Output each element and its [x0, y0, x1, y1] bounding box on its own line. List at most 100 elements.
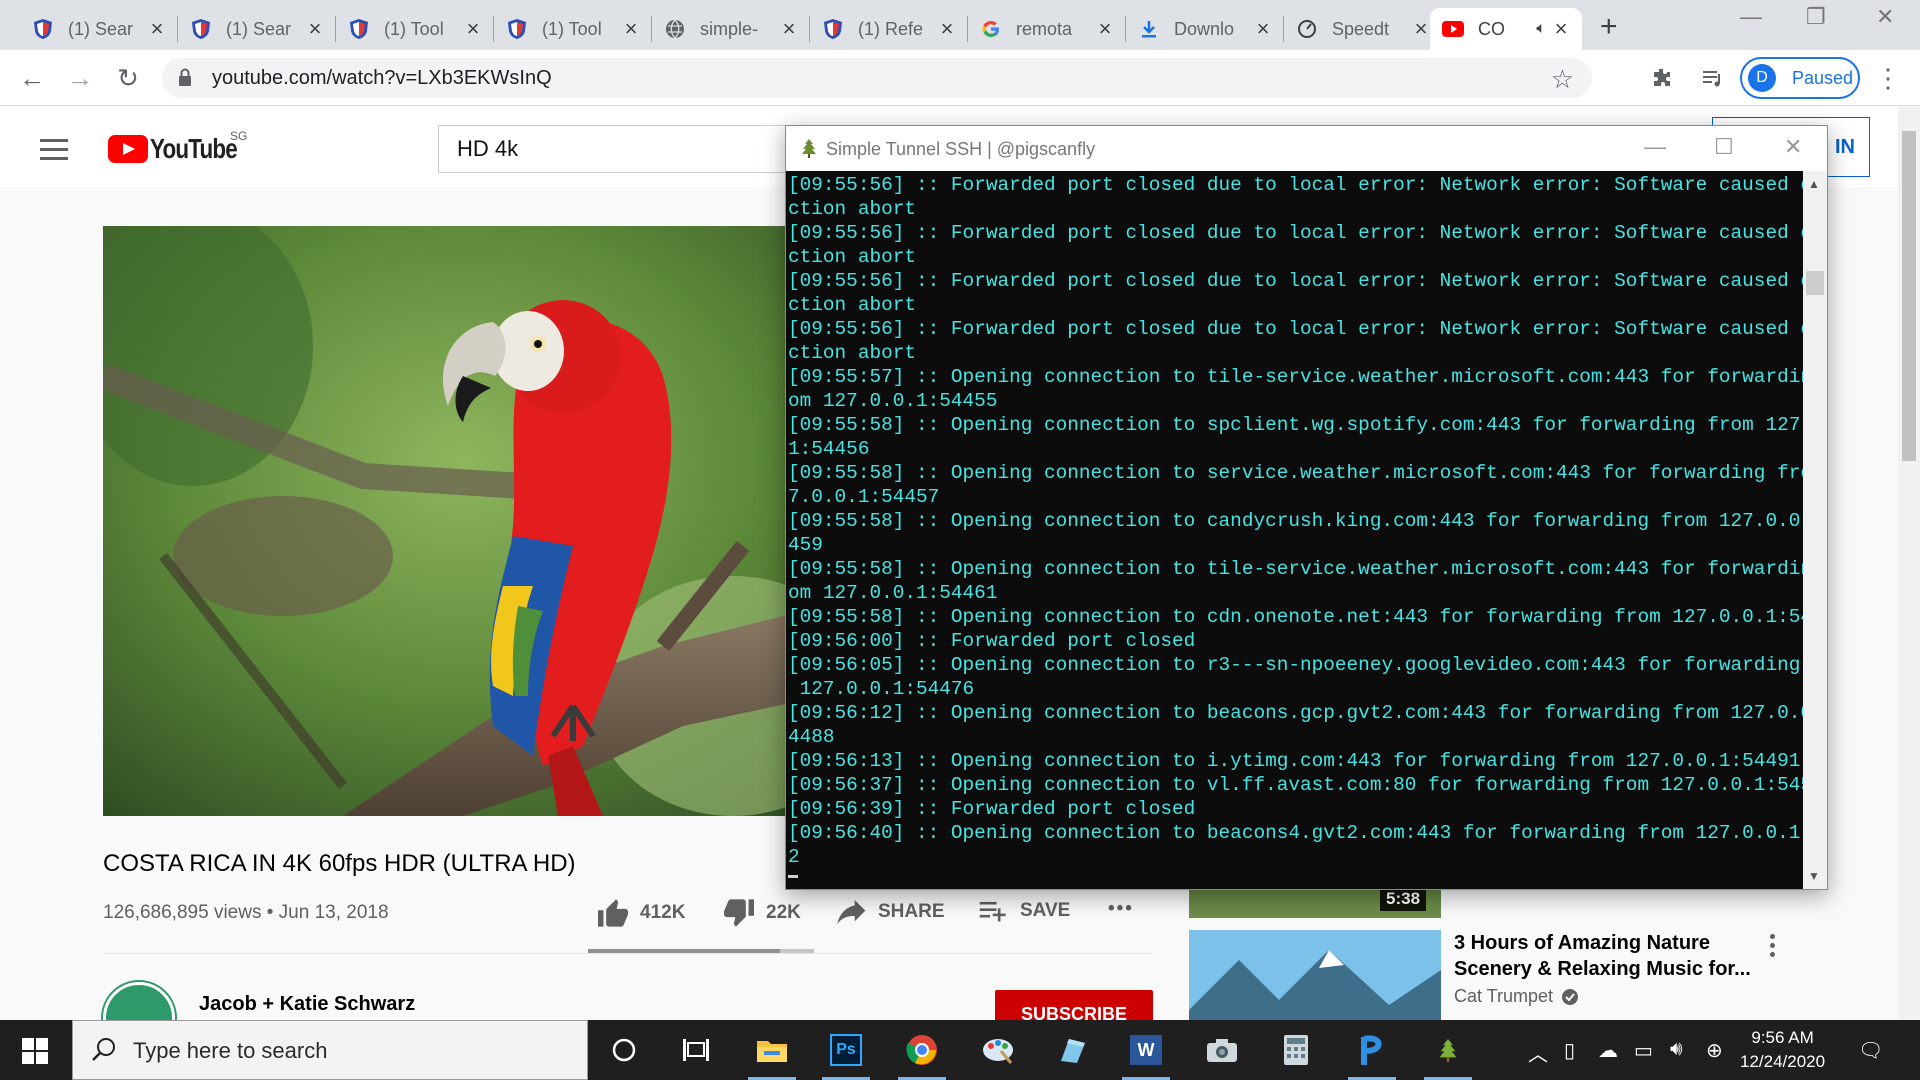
scroll-up-icon[interactable]: ▲ [1808, 177, 1820, 191]
media-control-icon[interactable] [1696, 62, 1728, 94]
restore-icon[interactable]: ❐ [1806, 4, 1826, 30]
notes-icon[interactable] [1052, 1030, 1092, 1070]
device-icon[interactable]: ▯ [1564, 1038, 1575, 1063]
show-hidden-icons-icon[interactable]: ︿ [1528, 1038, 1548, 1067]
close-icon[interactable]: ✕ [1784, 134, 1802, 160]
close-tab-icon[interactable]: × [622, 16, 640, 42]
reload-button[interactable]: ↻ [112, 62, 144, 94]
task-view-icon[interactable] [676, 1030, 716, 1070]
log-line: 7.0.0.1:54457 [788, 486, 940, 508]
close-tab-icon[interactable]: × [1412, 16, 1430, 42]
notifications-icon[interactable]: 🗨︎ [1858, 1038, 1883, 1063]
browser-tab[interactable]: Downlo × [1126, 8, 1284, 50]
log-line: 1:54456 [788, 438, 870, 460]
close-tab-icon[interactable]: × [464, 16, 482, 42]
volume-icon[interactable]: 🔊︎ [1670, 1038, 1683, 1061]
close-tab-icon[interactable]: × [148, 16, 166, 42]
minimize-icon[interactable]: — [1740, 4, 1762, 30]
browser-tab[interactable]: remota × [968, 8, 1126, 50]
download-icon [1138, 18, 1160, 40]
tab-title: (1) Sear [226, 18, 292, 39]
browser-tab[interactable]: (1) Sear × [178, 8, 336, 50]
browser-tab[interactable]: (1) Tool × [494, 8, 652, 50]
new-tab-button[interactable]: + [1600, 10, 1618, 44]
browser-tab[interactable]: CO 🔈︎ × [1430, 8, 1582, 50]
tunnel-app-icon [802, 139, 816, 158]
windows-start-icon[interactable] [22, 1038, 48, 1064]
channel-name[interactable]: Jacob + Katie Schwarz [199, 993, 415, 1016]
tab-title: Speedt [1332, 18, 1390, 39]
close-tab-icon[interactable]: × [780, 16, 798, 42]
file-explorer-icon[interactable] [748, 1030, 796, 1080]
video-meta: 126,686,895 views • Jun 13, 2018 [103, 902, 389, 924]
word-icon[interactable]: W [1122, 1030, 1170, 1080]
back-button[interactable]: ← [16, 62, 48, 94]
like-button[interactable]: 412K [596, 898, 685, 928]
browser-tab[interactable]: Speedt × [1284, 8, 1442, 50]
playlist-add-icon [979, 901, 1006, 922]
more-actions-button[interactable]: ••• [1108, 898, 1134, 920]
extensions-icon[interactable] [1646, 62, 1678, 94]
camera-icon[interactable] [1202, 1030, 1242, 1070]
close-tab-icon[interactable]: × [1096, 16, 1114, 42]
country-code: SG [230, 129, 248, 143]
network-icon[interactable]: ⊕ [1706, 1038, 1723, 1063]
taskbar-search[interactable]: Type here to search [72, 1020, 588, 1080]
video-title: COSTA RICA IN 4K 60fps HDR (ULTRA HD) [103, 850, 576, 877]
tab-title: (1) Tool [542, 18, 602, 39]
lock-icon [179, 68, 191, 86]
scroll-down-icon[interactable]: ▼ [1808, 869, 1820, 883]
app-p-icon[interactable] [1348, 1030, 1396, 1080]
menu-icon[interactable] [40, 139, 68, 166]
browser-tab[interactable]: (1) Sear × [20, 8, 178, 50]
log-line: om 127.0.0.1:54461 [788, 582, 998, 604]
browser-tab[interactable]: (1) Refe × [810, 8, 968, 50]
recommendation-title[interactable]: 3 Hours of Amazing Nature Scenery & Rela… [1454, 930, 1754, 982]
terminal-scrollbar[interactable]: ▲ ▼ [1803, 171, 1827, 889]
close-tab-icon[interactable]: × [1254, 16, 1272, 42]
youtube-logo[interactable]: YouTube SG [108, 129, 259, 165]
system-clock[interactable]: 9:56 AM 12/24/2020 [1740, 1026, 1825, 1074]
more-options-icon[interactable] [1770, 934, 1776, 961]
share-button[interactable]: SHARE [836, 898, 945, 926]
photoshop-icon[interactable]: Ps [822, 1030, 870, 1080]
battery-icon[interactable]: ▭ [1634, 1038, 1653, 1063]
chrome-icon[interactable] [898, 1030, 946, 1080]
log-line: 2 [788, 846, 800, 868]
forward-button[interactable]: → [64, 62, 96, 94]
profile-button[interactable]: D Paused [1740, 57, 1860, 99]
recommendation-channel[interactable]: Cat Trumpet [1454, 986, 1579, 1007]
paint-icon[interactable] [978, 1030, 1018, 1070]
onedrive-icon[interactable]: ☁ [1598, 1038, 1618, 1063]
dislike-button[interactable]: 22K [722, 898, 801, 928]
browser-tab[interactable]: simple- × [652, 8, 810, 50]
save-button[interactable]: SAVE [978, 898, 1070, 924]
calculator-icon[interactable] [1276, 1030, 1316, 1070]
close-tab-icon[interactable]: × [306, 16, 324, 42]
log-line: ction abort [788, 246, 916, 268]
address-bar[interactable]: youtube.com/watch?v=LXb3EKWsInQ ☆ [162, 58, 1592, 98]
tab-title: remota [1016, 18, 1073, 39]
maximize-icon[interactable]: ☐ [1714, 134, 1734, 160]
cortana-icon[interactable] [604, 1030, 644, 1070]
chrome-menu-icon[interactable]: ⋮ [1872, 62, 1904, 94]
scrollbar-thumb[interactable] [1902, 131, 1916, 461]
speaker-icon[interactable]: 🔈︎ [1536, 20, 1546, 38]
close-tab-icon[interactable]: × [1552, 16, 1570, 42]
tab-title: simple- [700, 18, 759, 39]
video-player[interactable] [103, 226, 823, 816]
minimize-icon[interactable]: — [1644, 134, 1666, 160]
log-line: [09:55:58] :: Opening connection to serv… [788, 462, 1803, 484]
page-scrollbar[interactable] [1898, 107, 1920, 1019]
log-line: [09:55:57] :: Opening connection to tile… [788, 366, 1803, 388]
tunnel-icon[interactable] [1424, 1030, 1472, 1080]
close-tab-icon[interactable]: × [938, 16, 956, 42]
terminal-log[interactable]: [09:55:56] :: Forwarded port closed due … [786, 171, 1803, 889]
browser-tab[interactable]: (1) Tool × [336, 8, 494, 50]
bookmark-star-icon[interactable]: ☆ [1551, 64, 1574, 95]
scrollbar-thumb[interactable] [1806, 271, 1824, 295]
search-input[interactable]: HD 4k [438, 125, 838, 173]
close-window-icon[interactable]: ✕ [1876, 4, 1894, 30]
window-title-bar[interactable]: Simple Tunnel SSH | @pigscanfly — ☐ ✕ [786, 126, 1827, 170]
log-line: [09:56:37] :: Opening connection to vl.f… [788, 774, 1803, 796]
